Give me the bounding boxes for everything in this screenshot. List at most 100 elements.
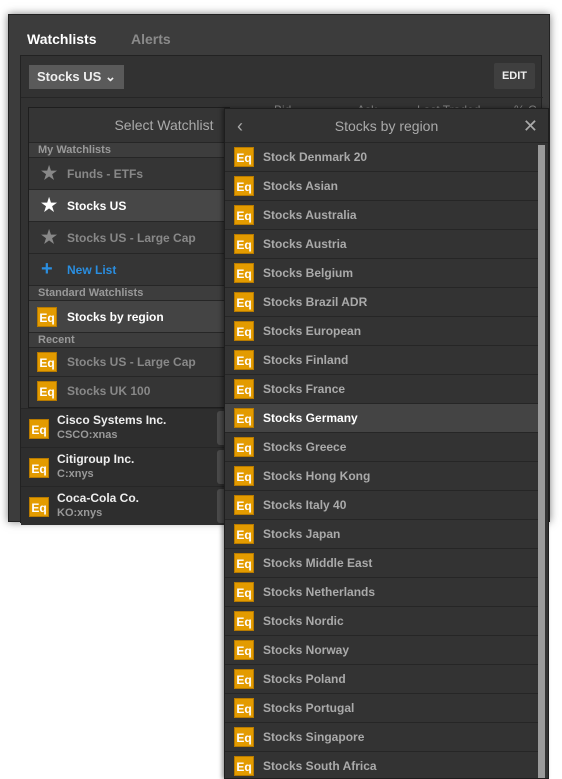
region-item[interactable]: Eq Stocks France [225,375,538,404]
item-label: Stocks Middle East [263,556,373,570]
region-item[interactable]: Eq Stocks Belgium [225,259,538,288]
equity-badge: Eq [234,466,254,486]
select-watchlist-popup: Select Watchlist My Watchlists ★ Funds - … [28,107,230,408]
equity-badge: Eq [234,379,254,399]
region-item[interactable]: Eq Stocks Nordic [225,607,538,636]
region-item[interactable]: Eq Stocks Portugal [225,694,538,723]
region-item[interactable]: Eq Stocks European [225,317,538,346]
region-item[interactable]: Eq Stocks Finland [225,346,538,375]
equity-badge: Eq [234,321,254,341]
stock-symbol: C:xnys [57,468,94,480]
equity-badge: Eq [234,553,254,573]
item-label: Stocks UK 100 [67,384,151,398]
popup-title: Stocks by region [334,118,439,134]
region-item[interactable]: Eq Stocks Middle East [225,549,538,578]
edit-button[interactable]: EDIT [494,63,535,89]
region-item[interactable]: Eq Stocks Japan [225,520,538,549]
watchlist-item[interactable]: ★ Funds - ETFs [29,157,229,189]
region-list: Eq Stock Denmark 20 Eq Stocks Asian Eq Stocks… [225,143,548,778]
equity-badge: Eq [234,756,254,776]
equity-badge: Eq [234,727,254,747]
item-label: Stocks by region [67,309,164,324]
item-label: Stocks Nordic [263,614,344,628]
item-label: Stocks Australia [263,208,357,222]
new-list-label: New List [67,262,117,277]
watchlist-item[interactable]: ★ Stocks US [29,189,229,221]
region-item[interactable]: Eq Stocks Brazil ADR [225,288,538,317]
watchlist-item[interactable]: Eq Stocks by region [29,300,229,332]
plus-icon: + [41,258,53,280]
stock-symbol: CSCO:xnas [57,429,118,441]
equity-badge: Eq [234,524,254,544]
star-icon[interactable]: ★ [41,195,67,216]
equity-badge: Eq [234,495,254,515]
tab-alerts[interactable]: Alerts [131,31,171,47]
section-my-watchlists: My Watchlists [29,142,229,157]
region-item[interactable]: Eq Stock Denmark 20 [225,143,538,172]
item-label: Stocks Norway [263,643,350,657]
equity-badge: Eq [29,458,49,478]
item-label: Stocks Hong Kong [263,469,371,483]
region-item[interactable]: Eq Stocks Greece [225,433,538,462]
section-standard: Standard Watchlists [29,285,229,300]
region-item[interactable]: Eq Stocks Australia [225,201,538,230]
equity-badge: Eq [234,437,254,457]
item-label: Stocks US - Large Cap [67,230,196,245]
chevron-down-icon: ⌄ [104,69,116,84]
item-label: Stocks Poland [263,672,346,686]
watchlist-item[interactable]: Eq Stocks US - Large Cap [29,347,229,376]
region-item[interactable]: Eq Stocks Italy 40 [225,491,538,520]
equity-badge: Eq [234,263,254,283]
popup-title: Select Watchlist [114,117,214,133]
region-item[interactable]: Eq Stocks Asian [225,172,538,201]
item-label: Stocks Portugal [263,701,355,715]
region-item[interactable]: Eq Stocks Singapore [225,723,538,752]
equity-badge: Eq [234,292,254,312]
equity-badge: Eq [37,306,57,327]
item-label: Stocks Austria [263,237,347,251]
item-label: Stocks Greece [263,440,347,454]
region-item[interactable]: Eq Stocks Austria [225,230,538,259]
region-item[interactable]: Eq Stocks Hong Kong [225,462,538,491]
new-list-button[interactable]: + New List [29,253,229,285]
region-item[interactable]: Eq Stocks South Africa [225,752,538,778]
close-icon[interactable]: ✕ [523,109,538,143]
watchlist-item[interactable]: Eq Stocks UK 100 [29,376,229,405]
chevron-left-icon[interactable]: ‹ [237,109,243,143]
equity-badge: Eq [234,611,254,631]
equity-badge: Eq [29,419,49,439]
region-item[interactable]: Eq Stocks Germany [225,404,538,433]
scrollbar[interactable] [538,145,545,778]
equity-badge: Eq [29,497,49,517]
watchlist-item[interactable]: ★ Stocks US - Large Cap [29,221,229,253]
equity-badge: Eq [37,381,57,401]
region-item[interactable]: Eq Stocks Norway [225,636,538,665]
item-label: Stocks Italy 40 [263,498,347,512]
region-item[interactable]: Eq Stocks Poland [225,665,538,694]
stock-symbol: KO:xnys [57,507,103,519]
section-recent: Recent [29,332,229,347]
region-item[interactable]: Eq Stocks Netherlands [225,578,538,607]
equity-badge: Eq [234,698,254,718]
equity-badge: Eq [234,350,254,370]
equity-badge: Eq [234,669,254,689]
item-label: Stocks Netherlands [263,585,376,599]
item-label: Stocks Japan [263,527,341,541]
watchlist-selector[interactable]: Stocks US ⌄ [29,65,124,89]
stock-name: Citigroup Inc. [57,452,135,466]
item-label: Stocks Asian [263,179,338,193]
star-icon[interactable]: ★ [41,227,67,248]
equity-badge: Eq [234,408,254,428]
item-label: Stocks South Africa [263,759,377,773]
item-label: Stock Denmark 20 [263,150,368,164]
equity-badge: Eq [234,176,254,196]
stock-name: Coca-Cola Co. [57,491,140,505]
item-label: Stocks Singapore [263,730,365,744]
stock-name: Cisco Systems Inc. [57,413,167,427]
item-label: Stocks Belgium [263,266,354,280]
equity-badge: Eq [234,234,254,254]
star-icon[interactable]: ★ [41,163,67,184]
tab-watchlists[interactable]: Watchlists [27,31,97,47]
item-label: Stocks Finland [263,353,349,367]
equity-badge: Eq [234,582,254,602]
